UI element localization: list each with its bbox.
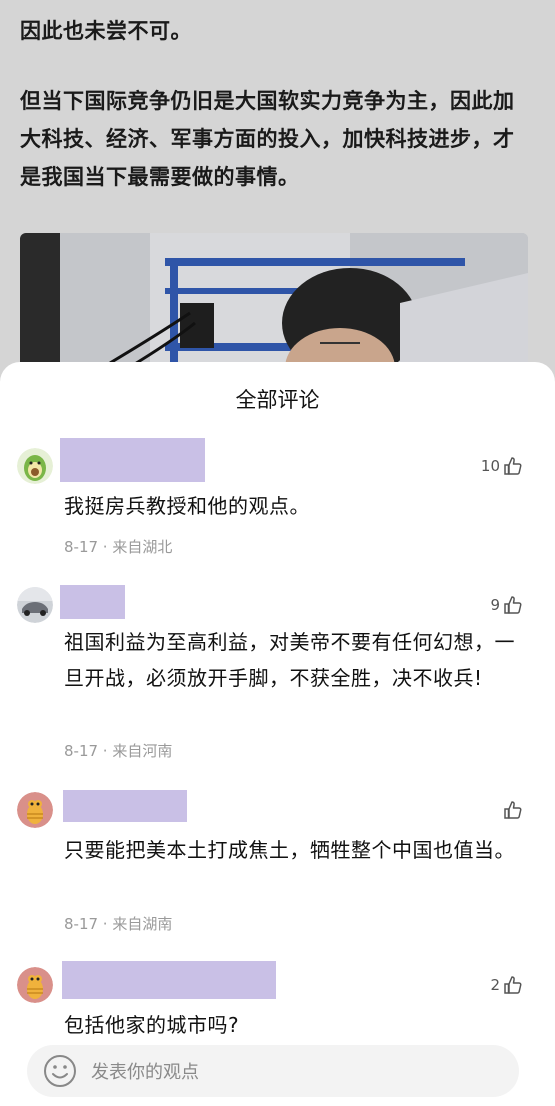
redacted-username[interactable] (62, 961, 276, 999)
sheet-title: 全部评论 (235, 388, 320, 412)
redacted-username[interactable] (60, 438, 205, 482)
thumbs-up-icon (504, 801, 522, 819)
thumbs-up-icon (504, 596, 522, 614)
comment-text: 只要能把美本土打成焦土，牺牲整个中国也值当。 (64, 838, 515, 862)
thumbs-up-icon (504, 976, 522, 994)
comments-sheet: 全部评论 10 我挺房兵教授和他的观点。 8-17 · 来自湖北 9 祖国利益为… (0, 362, 555, 1106)
like-button[interactable]: 9 (490, 595, 523, 615)
avatar[interactable] (17, 587, 53, 623)
like-count: 2 (490, 976, 500, 994)
thumbs-up-icon (504, 457, 522, 475)
redacted-username[interactable] (63, 790, 187, 822)
comment-text: 我挺房兵教授和他的观点。 (64, 494, 310, 518)
article-background: 因此也未尝不可。 但当下国际竞争仍旧是大国软实力竞争为主，因此加大科技、经济、军… (0, 0, 555, 403)
article-paragraph: 但当下国际竞争仍旧是大国软实力竞争为主，因此加大科技、经济、军事方面的投入，加快… (20, 89, 515, 189)
comment-input-placeholder[interactable]: 发表你的观点 (91, 1058, 199, 1084)
like-button[interactable]: 2 (490, 975, 523, 995)
emoji-icon[interactable] (43, 1054, 77, 1088)
comment-text: 祖国利益为至高利益，对美帝不要有任何幻想，一旦开战，必须放开手脚，不获全胜，决不… (64, 630, 515, 690)
like-button[interactable]: 10 (481, 456, 523, 476)
comment-input-bar[interactable]: 发表你的观点 (27, 1045, 519, 1097)
redacted-username[interactable] (60, 585, 125, 619)
comment-meta: 8-17 · 来自湖南 (64, 915, 173, 933)
comment-text: 包括他家的城市吗? (64, 1013, 240, 1037)
comment-meta: 8-17 · 来自湖北 (64, 538, 173, 556)
comment-meta: 8-17 · 来自河南 (64, 742, 173, 760)
like-count: 9 (490, 596, 500, 614)
like-button[interactable] (500, 800, 523, 820)
avatar[interactable] (17, 792, 53, 828)
like-count: 10 (480, 457, 500, 475)
avatar[interactable] (17, 448, 53, 484)
avatar[interactable] (17, 967, 53, 1003)
article-paragraph: 因此也未尝不可。 (20, 19, 192, 43)
